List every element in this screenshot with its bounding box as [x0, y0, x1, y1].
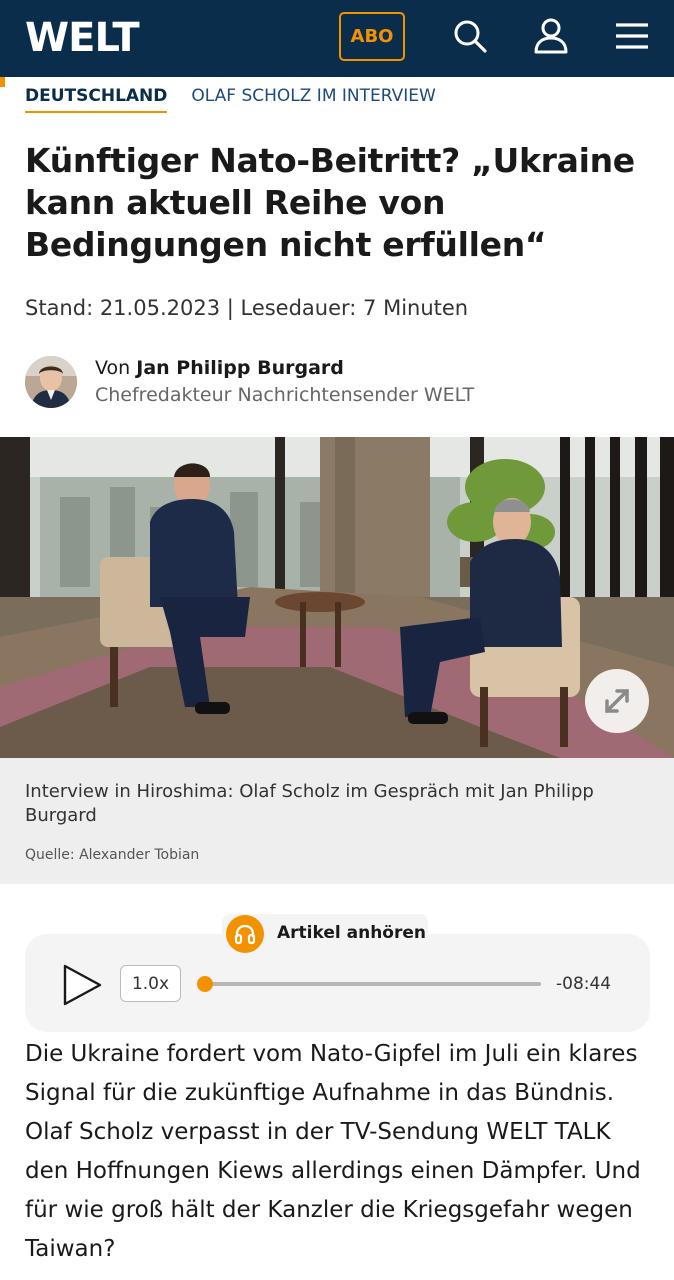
image-source: Quelle: Alexander Tobian [25, 847, 200, 863]
abo-button[interactable]: ABO [339, 12, 405, 61]
breadcrumb-topic[interactable]: OLAF SCHOLZ IM INTERVIEW [191, 86, 435, 116]
progress-knob[interactable] [197, 976, 213, 992]
menu-icon[interactable] [612, 16, 652, 56]
image-caption: Interview in Hiroshima: Olaf Scholz im G… [25, 781, 594, 826]
author-name[interactable]: Jan Philipp Burgard [136, 357, 344, 379]
playback-speed-button[interactable]: 1.0x [120, 965, 181, 1002]
headphones-icon [226, 915, 264, 953]
author-role: Chefredakteur Nachrichtensender WELT [95, 384, 475, 406]
author-avatar[interactable] [25, 356, 77, 408]
expand-image-button[interactable] [585, 669, 649, 733]
author-byline: Von Jan Philipp Burgard [95, 357, 344, 379]
article-hero-image[interactable] [0, 437, 674, 758]
search-icon[interactable] [450, 16, 490, 56]
author-prefix: Von [95, 357, 131, 379]
welt-logo[interactable]: WELT [25, 14, 140, 62]
accent-mark [0, 77, 5, 87]
breadcrumb-section[interactable]: DEUTSCHLAND [25, 86, 168, 113]
progress-track[interactable] [205, 982, 541, 986]
play-button[interactable] [60, 962, 104, 1008]
expand-icon [605, 689, 629, 713]
remaining-time: -08:44 [556, 974, 612, 994]
play-icon [63, 964, 102, 1006]
breadcrumb: DEUTSCHLAND OLAF SCHOLZ IM INTERVIEW [25, 86, 436, 116]
user-icon[interactable] [531, 16, 571, 56]
listen-article-label: Artikel anhören [277, 923, 426, 943]
article-intro: Die Ukraine fordert vom Nato-Gipfel im J… [25, 1041, 641, 1262]
article-headline: Künftiger Nato-Beitritt? „Ukraine kann a… [25, 141, 635, 264]
article-meta: Stand: 21.05.2023 | Lesedauer: 7 Minuten [25, 296, 469, 320]
